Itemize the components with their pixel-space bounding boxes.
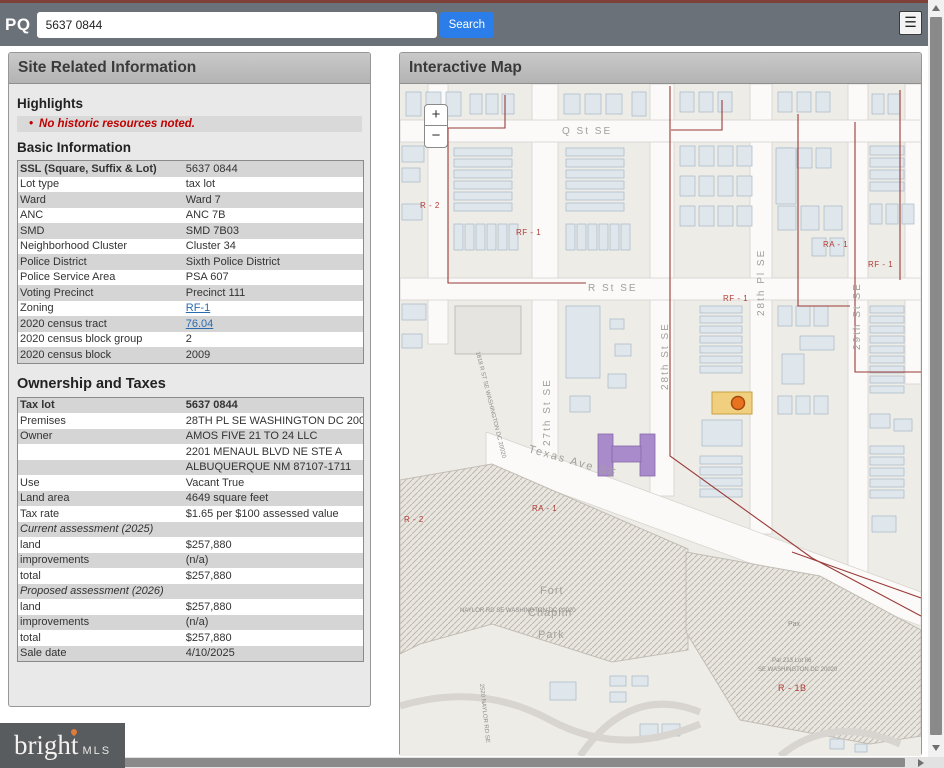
table-row: land$257,880 [18,599,364,615]
svg-text:Park: Park [538,629,565,641]
basic-info-table: SSL (Square, Suffix & Lot)5637 0844Lot t… [17,160,364,364]
highlights-heading: Highlights [17,96,362,111]
logo-suffix: MLS [82,745,111,757]
svg-text:RF - 1: RF - 1 [516,228,541,237]
table-row: total$257,880 [18,630,364,646]
table-row: Tax rate$1.65 per $100 assessed value [18,506,364,522]
ownership-table: Tax lot5637 0844Premises28TH PL SE WASHI… [17,397,364,663]
table-row: improvements(n/a) [18,553,364,569]
map-image[interactable]: Q St SE R St SE 27th St SE 28th St SE 28… [400,84,921,756]
building-row [870,306,904,393]
table-row: 2020 census block2009 [18,347,364,363]
table-row: Police DistrictSixth Police District [18,254,364,270]
table-row: SSL (Square, Suffix & Lot)5637 0844 [18,161,364,177]
building-row [778,306,828,326]
site-info-panel: Site Related Information Highlights •No … [8,52,371,707]
svg-text:R - 2: R - 2 [420,201,440,210]
building-row [632,92,646,116]
building-row [700,306,742,373]
table-row: 2201 MENAUL BLVD NE STE A [18,444,364,460]
building-row [680,92,732,112]
hamburger-menu-icon[interactable]: ☰ [899,11,922,35]
scroll-up-icon[interactable] [932,5,940,11]
scroll-down-icon[interactable] [932,745,940,751]
table-row: Voting PrecinctPrecinct 111 [18,285,364,301]
svg-text:28th Pl SE: 28th Pl SE [756,249,767,316]
value-link[interactable]: RF-1 [186,302,210,314]
table-row: Current assessment (2025) [18,522,364,538]
ownership-heading: Ownership and Taxes [17,376,362,392]
table-row: Sale date4/10/2025 [18,646,364,662]
table-row: Premises28TH PL SE WASHINGTON DC 20020 [18,413,364,429]
svg-text:RA - 1: RA - 1 [532,504,557,513]
logo-wordmark: bright [14,732,79,759]
building-row [470,94,514,114]
scroll-right-icon[interactable] [918,759,924,767]
building-row [778,92,830,112]
svg-text:Q St SE: Q St SE [562,126,612,137]
svg-text:Par 213 Lot 86: Par 213 Lot 86 [772,658,812,664]
search-input[interactable] [37,12,437,38]
search-button[interactable]: Search [440,12,494,38]
table-row: UseVacant True [18,475,364,491]
svg-text:SE WASHINGTON DC 20020: SE WASHINGTON DC 20020 [758,667,838,673]
svg-text:28th St SE: 28th St SE [660,322,671,390]
svg-text:29th St SE: 29th St SE [852,282,863,350]
historic-note: •No historic resources noted. [17,116,362,132]
table-row: total$257,880 [18,568,364,584]
svg-text:R - 2: R - 2 [404,515,424,524]
large-building [455,306,521,354]
zoom-in-button[interactable]: + [424,104,448,126]
horizontal-scroll-thumb[interactable] [2,758,905,767]
table-row: Police Service AreaPSA 607 [18,270,364,286]
table-row: ZoningRF-1 [18,301,364,317]
table-row: Land area4649 square feet [18,491,364,507]
interactive-map-panel: Interactive Map + − [399,52,922,756]
svg-text:R St SE: R St SE [588,283,638,294]
table-row: improvements(n/a) [18,615,364,631]
table-row: 2020 census tract76.04 [18,316,364,332]
horizontal-scrollbar[interactable] [0,757,944,768]
table-row: OwnerAMOS FIVE 21 TO 24 LLC [18,429,364,445]
building-row [870,204,914,224]
svg-text:RA - 1: RA - 1 [823,240,848,249]
svg-text:Fort: Fort [540,585,564,597]
building-row [564,94,622,114]
map-header: Interactive Map [400,53,921,84]
bright-mls-logo: bright MLS [0,723,125,768]
svg-text:NAYLOR RD SE WASHINGTON DC 200: NAYLOR RD SE WASHINGTON DC 20020 [460,608,576,614]
table-row: WardWard 7 [18,192,364,208]
vertical-scrollbar[interactable] [928,0,944,757]
table-row: ALBUQUERQUE NM 87107-1711 [18,460,364,476]
property-marker-icon[interactable] [732,397,745,410]
zoom-out-button[interactable]: − [424,126,448,148]
value-link[interactable]: 76.04 [186,318,214,330]
table-row: ANCANC 7B [18,208,364,224]
table-row: Tax lot5637 0844 [18,397,364,413]
table-row: SMDSMD 7B03 [18,223,364,239]
svg-text:Pax: Pax [788,621,801,628]
table-row: land$257,880 [18,537,364,553]
vertical-scroll-thumb[interactable] [930,17,942,735]
building-row [778,206,842,230]
map-canvas[interactable]: + − [400,84,921,756]
svg-text:27th St SE: 27th St SE [542,378,553,446]
basic-info-heading: Basic Information [17,140,362,155]
table-row: Lot typetax lot [18,177,364,193]
top-bar: PQ Search [0,3,944,46]
svg-text:R - 1B: R - 1B [778,683,807,693]
bullet-icon: • [29,118,33,130]
table-row: Proposed assessment (2026) [18,584,364,600]
svg-text:RF - 1: RF - 1 [723,294,748,303]
building-row [870,446,904,498]
site-info-header: Site Related Information [9,53,370,84]
building-row [778,396,828,414]
svg-text:RF - 1: RF - 1 [868,260,893,269]
table-row: Neighborhood ClusterCluster 34 [18,239,364,255]
map-zoom-control: + − [424,104,448,148]
app-logo: PQ [0,15,37,35]
table-row: 2020 census block group2 [18,332,364,348]
